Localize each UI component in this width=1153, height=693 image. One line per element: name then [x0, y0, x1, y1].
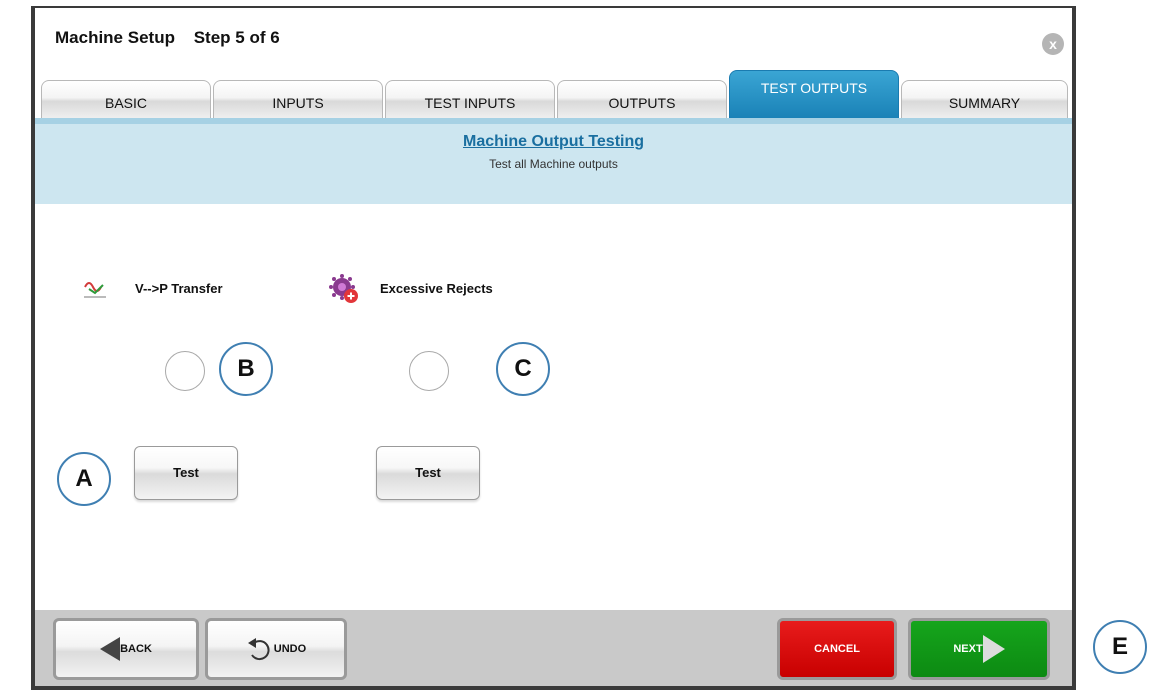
section-banner: Machine Output Testing Test all Machine … [35, 118, 1072, 204]
back-button[interactable]: BACK [53, 618, 199, 680]
callout-a: A [57, 452, 111, 506]
undo-button-label: UNDO [273, 643, 307, 655]
undo-icon [247, 638, 270, 661]
next-button[interactable]: NEXT [908, 618, 1050, 680]
close-icon[interactable]: x [1042, 33, 1064, 55]
output-label-excessive-rejects: Excessive Rejects [380, 281, 493, 296]
window-title: Machine Setup Step 5 of 6 [55, 28, 280, 48]
test-button-excessive-rejects[interactable]: Test [376, 446, 480, 500]
vp-transfer-icon [83, 277, 107, 304]
title-bar: Machine Setup Step 5 of 6 x [35, 8, 1072, 74]
tab-inputs[interactable]: INPUTS [213, 80, 383, 118]
step-indicator: Step 5 of 6 [193, 28, 280, 47]
tab-test-inputs[interactable]: TEST INPUTS [385, 80, 555, 118]
output-label-vp-transfer: V-->P Transfer [135, 281, 223, 296]
callout-c: C [496, 342, 550, 396]
output-status-led-vp-transfer [165, 351, 205, 391]
tab-summary[interactable]: SUMMARY [901, 80, 1068, 118]
excessive-rejects-icon [329, 274, 359, 309]
undo-button[interactable]: UNDO [205, 618, 347, 680]
tab-outputs[interactable]: OUTPUTS [557, 80, 727, 118]
footer-bar: BACK UNDO CANCEL NEXT [35, 610, 1072, 686]
test-button-vp-transfer[interactable]: Test [134, 446, 238, 500]
cancel-button[interactable]: CANCEL [777, 618, 897, 680]
window-title-text: Machine Setup [55, 28, 175, 47]
tab-test-outputs[interactable]: TEST OUTPUTS [729, 70, 899, 132]
tab-basic[interactable]: BASIC [41, 80, 211, 118]
machine-setup-window: Machine Setup Step 5 of 6 x BASIC INPUTS… [31, 6, 1076, 690]
next-button-label: NEXT [953, 643, 983, 655]
wizard-tabs: BASIC INPUTS TEST INPUTS OUTPUTS TEST OU… [41, 70, 1068, 132]
banner-title[interactable]: Machine Output Testing [35, 133, 1072, 151]
banner-subtitle: Test all Machine outputs [489, 157, 618, 171]
next-arrow-icon [982, 635, 1005, 663]
callout-b: B [219, 342, 273, 396]
back-arrow-icon [100, 637, 121, 661]
output-status-led-excessive-rejects [409, 351, 449, 391]
back-button-label: BACK [120, 643, 152, 655]
callout-e: E [1093, 620, 1147, 674]
